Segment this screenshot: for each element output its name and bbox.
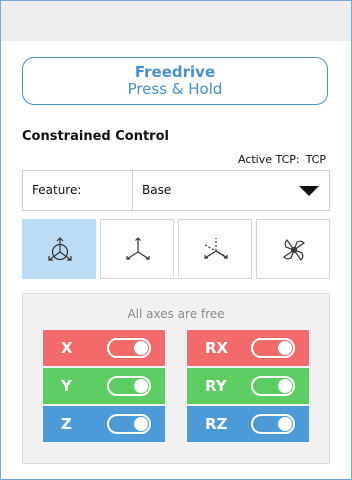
axis-rz-toggle-row[interactable]: RZ — [187, 406, 309, 442]
active-tcp-value: TCP — [305, 153, 326, 166]
feature-dropdown[interactable]: Base — [133, 171, 329, 210]
freedrive-sublabel: Press & Hold — [127, 80, 223, 98]
view-button-dashed[interactable] — [178, 219, 252, 279]
feature-value: Base — [142, 183, 172, 197]
axis-x-toggle-row[interactable]: X — [43, 330, 165, 366]
axis-rx-switch[interactable] — [251, 338, 295, 358]
axis-rz-switch[interactable] — [251, 414, 295, 434]
axes-panel: All axes are free X RX Y RY Z RZ — [22, 293, 330, 464]
axis-ry-switch[interactable] — [251, 376, 295, 396]
view-button-free[interactable] — [22, 219, 96, 279]
view-buttons — [22, 219, 330, 279]
freedrive-button[interactable]: Freedrive Press & Hold — [22, 57, 328, 105]
axis-label: RZ — [205, 415, 228, 433]
axis-y-toggle-row[interactable]: Y — [43, 368, 165, 404]
feature-row: Feature: Base — [22, 170, 330, 211]
axis-z-switch[interactable] — [107, 414, 151, 434]
freedrive-label: Freedrive — [134, 63, 216, 81]
axes-dashed-icon — [204, 238, 228, 259]
axis-rx-toggle-row[interactable]: RX — [187, 330, 309, 366]
section-title: Constrained Control — [22, 129, 169, 144]
dropdown-arrow-icon — [299, 186, 319, 196]
axis-label: RX — [205, 339, 229, 357]
axis-label: X — [61, 339, 73, 357]
axis-label: Y — [61, 377, 72, 395]
axes-status: All axes are free — [127, 307, 225, 321]
top-bar — [1, 1, 351, 41]
axis-y-switch[interactable] — [107, 376, 151, 396]
axis-ry-toggle-row[interactable]: RY — [187, 368, 309, 404]
axis-label: Z — [61, 415, 72, 433]
axis-label: RY — [205, 377, 227, 395]
axes-free-icon — [48, 237, 72, 261]
axis-z-toggle-row[interactable]: Z — [43, 406, 165, 442]
rotate-icon — [283, 239, 305, 261]
axis-x-switch[interactable] — [107, 338, 151, 358]
view-button-rotate[interactable] — [256, 219, 330, 279]
view-button-axes[interactable] — [100, 219, 174, 279]
active-tcp-label: Active TCP: — [237, 153, 300, 166]
feature-label: Feature: — [23, 171, 133, 210]
axes-icon — [126, 237, 150, 260]
active-tcp: Active TCP: TCP — [232, 153, 326, 166]
